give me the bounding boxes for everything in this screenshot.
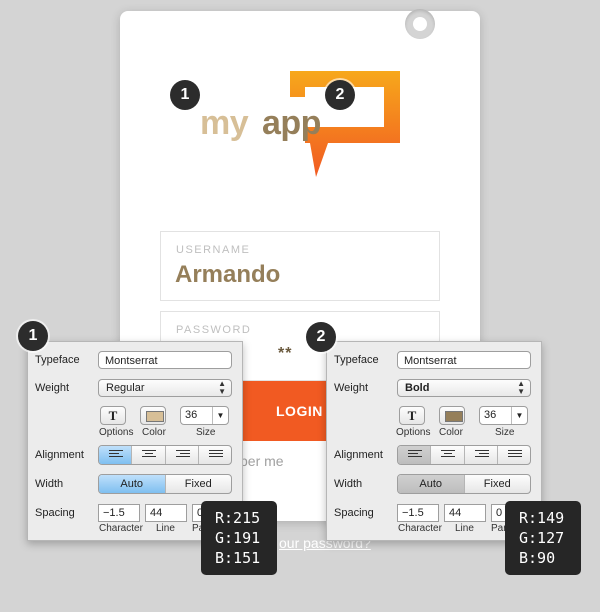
options-caption: Options (99, 427, 134, 438)
username-label: USERNAME (176, 244, 251, 256)
text-options-button[interactable]: T (100, 406, 126, 425)
size-caption: Size (196, 427, 216, 438)
panel-badge-1: 1 (18, 321, 48, 351)
typeface-field[interactable]: Montserrat (397, 351, 531, 369)
align-center-button[interactable] (132, 446, 166, 464)
weight-value: Regular (106, 382, 145, 394)
dropdown-arrow-icon[interactable]: ▼ (511, 407, 527, 424)
line-spacing-field[interactable]: 44 (444, 504, 486, 522)
hang-hole (405, 9, 435, 39)
red-value: R:149 (519, 509, 565, 527)
logo-word-app: app (262, 104, 321, 142)
align-justify-button[interactable] (199, 446, 231, 464)
color-caption: Color (142, 427, 166, 438)
app-logo: my app (200, 71, 400, 196)
color-swatch (146, 411, 164, 422)
updown-arrows-icon: ▲ ▼ (218, 379, 226, 396)
align-justify-button[interactable] (498, 446, 530, 464)
line-spacing-field[interactable]: 44 (145, 504, 187, 522)
width-fixed-button[interactable]: Fixed (465, 475, 531, 493)
width-auto-button[interactable]: Auto (99, 475, 166, 493)
weight-value: Bold (405, 382, 430, 394)
typeface-label: Typeface (35, 354, 80, 366)
align-justify-icon (507, 450, 522, 460)
callout-badge-1: 1 (170, 80, 200, 110)
spacing-label: Spacing (35, 507, 75, 519)
line-caption: Line (156, 523, 175, 534)
alignment-label: Alignment (35, 449, 84, 461)
callout-badge-2: 2 (325, 80, 355, 110)
align-center-icon (441, 450, 456, 460)
text-options-button[interactable]: T (399, 406, 425, 425)
logo-word-my: my (200, 104, 249, 142)
text-options-icon: T (407, 408, 417, 423)
panel-badge-2: 2 (306, 322, 336, 352)
rgb-readout-1: R:215 G:191 B:151 (201, 501, 277, 575)
green-value: G:127 (519, 529, 565, 547)
align-left-icon (408, 450, 422, 460)
width-label: Width (35, 478, 64, 490)
align-left-icon (109, 450, 123, 460)
weight-label: Weight (334, 382, 369, 394)
align-center-button[interactable] (431, 446, 465, 464)
weight-label: Weight (35, 382, 70, 394)
updown-arrows-icon: ▲ ▼ (517, 379, 525, 396)
character-caption: Character (398, 523, 442, 534)
typeface-label: Typeface (334, 354, 379, 366)
size-field[interactable]: 36 ▼ (180, 406, 229, 425)
color-button[interactable] (439, 406, 465, 425)
align-right-button[interactable] (166, 446, 199, 464)
width-control[interactable]: Auto Fixed (98, 474, 232, 494)
red-value: R:215 (215, 509, 261, 527)
width-label: Width (334, 478, 363, 490)
align-left-button[interactable] (398, 446, 432, 464)
align-right-button[interactable] (465, 446, 498, 464)
character-spacing-field[interactable]: −1.5 (98, 504, 140, 522)
size-value: 36 (484, 409, 497, 421)
text-options-icon: T (108, 408, 118, 423)
remember-me-label[interactable]: ber me (240, 453, 284, 469)
line-caption: Line (455, 523, 474, 534)
password-value: ** (278, 345, 293, 362)
spacing-label: Spacing (334, 507, 374, 519)
width-control[interactable]: Auto Fixed (397, 474, 531, 494)
align-center-icon (142, 450, 157, 460)
options-caption: Options (396, 427, 431, 438)
username-field[interactable]: USERNAME Armando (160, 231, 440, 301)
size-caption: Size (495, 427, 515, 438)
character-caption: Character (99, 523, 143, 534)
color-swatch (445, 411, 463, 422)
width-auto-button[interactable]: Auto (398, 475, 465, 493)
typeface-field[interactable]: Montserrat (98, 351, 232, 369)
width-fixed-button[interactable]: Fixed (166, 475, 232, 493)
color-button[interactable] (140, 406, 166, 425)
login-button-label: LOGIN (276, 403, 323, 419)
color-caption: Color (439, 427, 463, 438)
size-field[interactable]: 36 ▼ (479, 406, 528, 425)
username-value: Armando (175, 261, 281, 288)
password-label: PASSWORD (176, 324, 252, 336)
align-right-icon (474, 450, 489, 460)
align-justify-icon (208, 450, 223, 460)
character-spacing-field[interactable]: −1.5 (397, 504, 439, 522)
weight-select[interactable]: Bold ▲ ▼ (397, 379, 531, 397)
blue-value: B:90 (519, 549, 556, 567)
dropdown-arrow-icon[interactable]: ▼ (212, 407, 228, 424)
alignment-control[interactable] (397, 445, 531, 465)
align-left-button[interactable] (99, 446, 133, 464)
alignment-label: Alignment (334, 449, 383, 461)
blue-value: B:151 (215, 549, 261, 567)
align-right-icon (175, 450, 190, 460)
weight-select[interactable]: Regular ▲ ▼ (98, 379, 232, 397)
size-value: 36 (185, 409, 198, 421)
alignment-control[interactable] (98, 445, 232, 465)
rgb-readout-2: R:149 G:127 B:90 (505, 501, 581, 575)
green-value: G:191 (215, 529, 261, 547)
